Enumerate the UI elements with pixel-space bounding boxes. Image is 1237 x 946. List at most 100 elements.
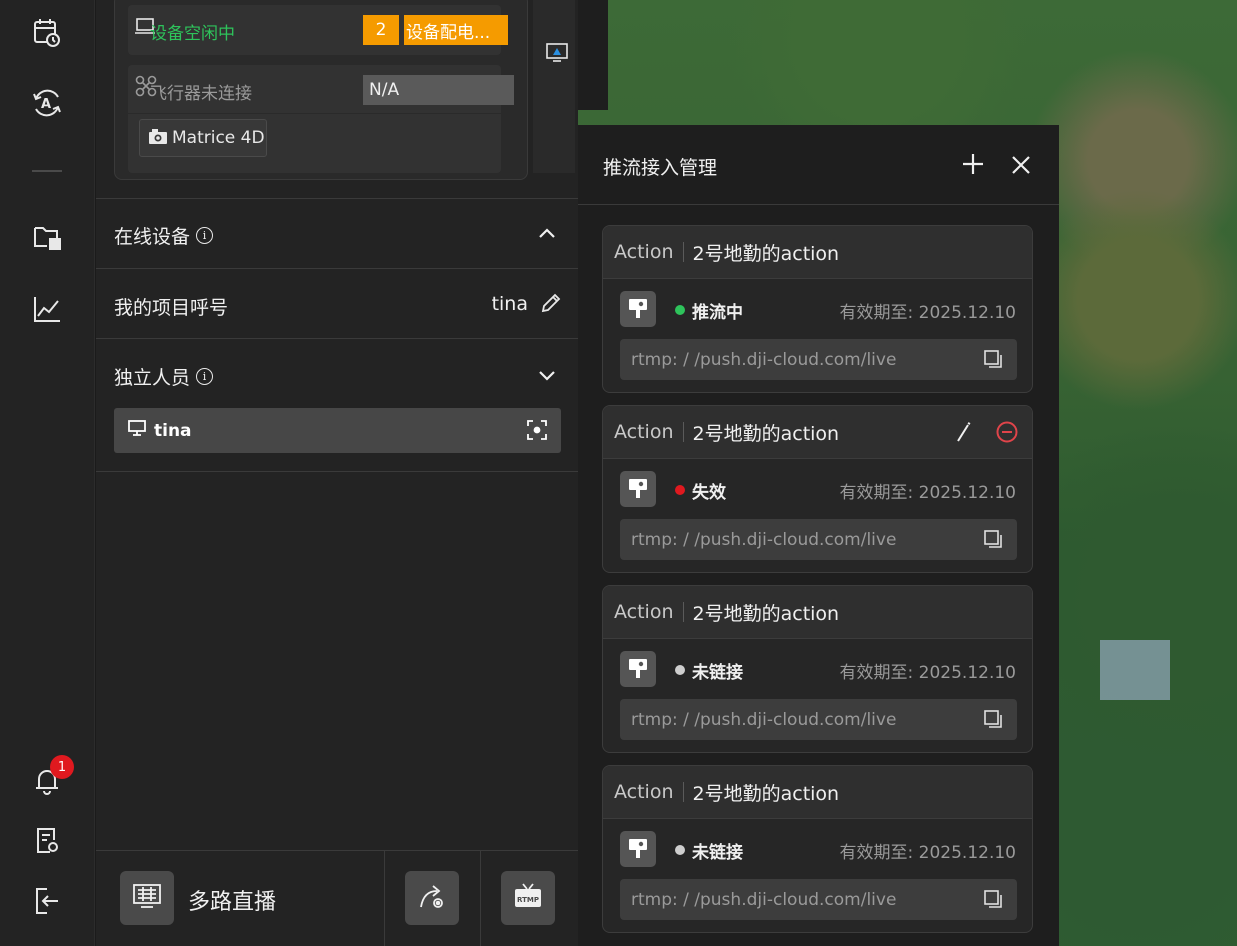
- multi-live-button[interactable]: [120, 871, 174, 925]
- model-name: Matrice 4D: [172, 128, 265, 148]
- share-gear-icon: [417, 881, 447, 915]
- device-card: 设备空闲中 2 设备配电... 飞行器未连接 N/A Matrice 4D: [114, 0, 575, 180]
- stream-source-icon: [620, 831, 656, 867]
- left-nav-rail: A 1: [0, 0, 95, 946]
- stream-card[interactable]: Action 2号地勤的action 未链接 有效期至: 2025.12.10 rtmp…: [602, 585, 1033, 753]
- copy-icon[interactable]: [983, 529, 1003, 554]
- stream-url: rtmp: / /push.dji-cloud.com/live: [631, 709, 897, 730]
- chart-icon[interactable]: [30, 292, 64, 326]
- stream-name: 2号地勤的action: [692, 602, 840, 625]
- media-files-icon[interactable]: [30, 220, 64, 254]
- map-edge-strip: [578, 0, 608, 110]
- aircraft-status-text: 飞行器未连接: [150, 84, 252, 104]
- stream-type: Action: [614, 781, 674, 803]
- stream-card-body: 推流中 有效期至: 2025.12.10 rtmp: / /push.dji-clo…: [603, 279, 1032, 392]
- model-chip[interactable]: Matrice 4D: [139, 119, 267, 157]
- schedule-icon[interactable]: [30, 16, 64, 50]
- personnel-title: 独立人员: [114, 367, 191, 389]
- stream-source-icon: [620, 651, 656, 687]
- stream-card-body: 失效 有效期至: 2025.12.10 rtmp: / /push.dji-clou…: [603, 459, 1032, 572]
- stream-url: rtmp: / /push.dji-cloud.com/live: [631, 349, 897, 370]
- copy-icon[interactable]: [983, 889, 1003, 914]
- auto-route-icon[interactable]: A: [30, 86, 64, 120]
- chevron-down-icon[interactable]: [538, 367, 556, 386]
- callsign-label: 我的项目呼号: [114, 297, 229, 319]
- monitor-icon: [128, 420, 146, 441]
- stream-url-field[interactable]: rtmp: / /push.dji-cloud.com/live: [620, 879, 1017, 920]
- chevron-up-icon[interactable]: [538, 224, 556, 243]
- camera-icon: [148, 127, 168, 150]
- stream-card-header: Action 2号地勤的action: [603, 226, 1032, 279]
- screen-cast-icon[interactable]: [546, 43, 568, 67]
- stream-card[interactable]: Action 2号地勤的action 未链接 有效期至: 2025.12.10 rtmp…: [602, 765, 1033, 933]
- info-icon[interactable]: i: [196, 227, 214, 244]
- info-icon[interactable]: i: [196, 368, 214, 385]
- stream-url: rtmp: / /push.dji-cloud.com/live: [631, 889, 897, 910]
- status-dot: [675, 305, 685, 315]
- stream-url-field[interactable]: rtmp: / /push.dji-cloud.com/live: [620, 699, 1017, 740]
- stream-card-header: Action 2号地勤的action: [603, 586, 1032, 639]
- header-divider: [682, 422, 684, 442]
- task-count-badge: 2: [363, 15, 399, 45]
- stream-url-field[interactable]: rtmp: / /push.dji-cloud.com/live: [620, 339, 1017, 380]
- stream-card-body: 未链接 有效期至: 2025.12.10 rtmp: / /push.dji-clo…: [603, 639, 1032, 752]
- stream-card-header: Action 2号地勤的action: [603, 406, 1032, 459]
- device-panel: 设备空闲中 2 设备配电... 飞行器未连接 N/A Matrice 4D 在线…: [96, 0, 578, 946]
- stream-status: 未链接: [692, 843, 743, 863]
- stream-name: 2号地勤的action: [692, 782, 840, 805]
- copy-icon[interactable]: [983, 709, 1003, 734]
- header-divider: [682, 242, 684, 262]
- multi-live-label[interactable]: 多路直播: [188, 884, 276, 916]
- video-wall-icon: [133, 884, 161, 912]
- person-name: tina: [154, 420, 192, 441]
- edit-callsign-icon[interactable]: [540, 292, 562, 318]
- notification-badge: 1: [50, 755, 74, 779]
- person-row[interactable]: tina: [114, 408, 561, 453]
- stream-card[interactable]: Action 2号地勤的action 失效 有效期至: 2025.12.10 rtmp:…: [602, 405, 1033, 573]
- stream-manager-title: 推流接入管理: [603, 157, 718, 179]
- rail-divider: [32, 170, 62, 172]
- aircraft-value: N/A: [363, 75, 514, 105]
- map-building: [1100, 640, 1170, 700]
- delete-icon[interactable]: [996, 421, 1018, 448]
- log-icon[interactable]: [30, 824, 64, 858]
- add-stream-icon[interactable]: [962, 153, 984, 179]
- stream-expiry: 有效期至: 2025.12.10: [839, 303, 1016, 323]
- cast-column: [533, 0, 575, 173]
- callsign-value: tina: [491, 293, 528, 315]
- rtmp-tv-icon: RTMP: [514, 882, 542, 914]
- svg-text:RTMP: RTMP: [517, 896, 539, 904]
- locate-icon[interactable]: [527, 420, 547, 445]
- edit-icon[interactable]: [954, 421, 974, 448]
- stream-expiry: 有效期至: 2025.12.10: [839, 663, 1016, 683]
- rtmp-button[interactable]: RTMP: [501, 871, 555, 925]
- header-divider: [682, 602, 684, 622]
- status-dot: [675, 485, 685, 495]
- stream-card-header: Action 2号地勤的action: [603, 766, 1032, 819]
- logout-icon[interactable]: [30, 884, 64, 918]
- stream-url-field[interactable]: rtmp: / /push.dji-cloud.com/live: [620, 519, 1017, 560]
- copy-icon[interactable]: [983, 349, 1003, 374]
- stream-card[interactable]: Action 2号地勤的action 推流中 有效期至: 2025.12.10 rtmp…: [602, 225, 1033, 393]
- stream-type: Action: [614, 601, 674, 623]
- status-dot: [675, 845, 685, 855]
- stream-expiry: 有效期至: 2025.12.10: [839, 483, 1016, 503]
- stream-type: Action: [614, 241, 674, 263]
- stream-source-icon: [620, 291, 656, 327]
- online-devices-section[interactable]: 在线设备 i: [96, 198, 578, 268]
- stream-expiry: 有效期至: 2025.12.10: [839, 843, 1016, 863]
- stream-manager-panel: 推流接入管理 Action 2号地勤的action 推流中 有效期至: 2025.12…: [578, 125, 1059, 946]
- stream-status: 未链接: [692, 663, 743, 683]
- stream-status: 推流中: [692, 303, 743, 323]
- header-divider: [682, 782, 684, 802]
- share-settings-button[interactable]: [405, 871, 459, 925]
- dock-action-button[interactable]: 设备配电...: [404, 15, 508, 45]
- close-icon[interactable]: [1011, 155, 1031, 179]
- dock-status-text: 设备空闲中: [150, 24, 235, 44]
- status-dot: [675, 665, 685, 675]
- stream-url: rtmp: / /push.dji-cloud.com/live: [631, 529, 897, 550]
- stream-source-icon: [620, 471, 656, 507]
- stream-status: 失效: [692, 483, 726, 503]
- online-devices-title: 在线设备: [114, 226, 191, 248]
- stream-type: Action: [614, 421, 674, 443]
